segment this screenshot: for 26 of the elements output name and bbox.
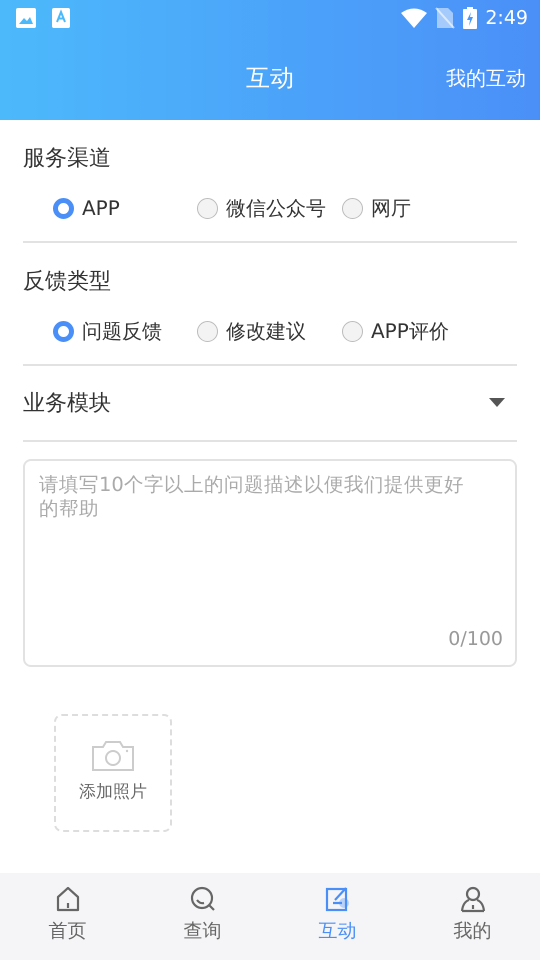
text-icon: [52, 8, 70, 28]
character-counter: 0/100: [448, 626, 503, 652]
radio-option[interactable]: APP评价: [342, 316, 502, 346]
radio-option[interactable]: 网厅: [342, 193, 502, 223]
radio-option[interactable]: 问题反馈: [53, 316, 197, 346]
module-label: 业务模块: [23, 390, 111, 418]
nav-tab[interactable]: 我的: [405, 873, 540, 960]
battery-icon: [463, 7, 478, 29]
no-sim-icon: [435, 7, 456, 29]
page-title: 互动: [246, 63, 294, 94]
status-time: 2:49: [485, 6, 528, 31]
dropdown-caret-icon[interactable]: [489, 398, 505, 408]
user-icon: [458, 885, 486, 913]
radio-option[interactable]: 微信公众号: [197, 193, 342, 223]
wifi-icon: [401, 8, 428, 28]
camera-icon: [91, 740, 135, 772]
group-label: 服务渠道: [23, 145, 112, 173]
nav-tab[interactable]: 查询: [135, 873, 270, 960]
add-photo-button[interactable]: 添加照片: [54, 714, 172, 832]
image-icon: [16, 8, 36, 28]
radio-option[interactable]: APP: [53, 193, 197, 223]
radio-option[interactable]: 修改建议: [197, 316, 342, 346]
nav-tab[interactable]: 首页: [0, 873, 135, 960]
search-icon: [188, 885, 216, 913]
group-label: 反馈类型: [23, 268, 112, 296]
edit-icon: [324, 885, 352, 913]
